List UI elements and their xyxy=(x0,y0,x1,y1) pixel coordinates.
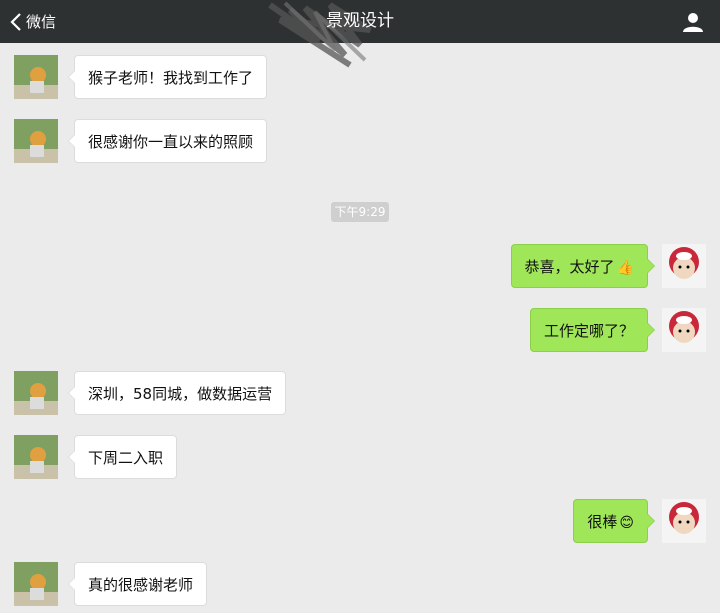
message-bubble[interactable]: 很棒 😊 xyxy=(573,499,655,543)
message-bubble[interactable]: 下周二入职 xyxy=(67,435,178,479)
message-row: 很棒 😊 xyxy=(0,499,720,543)
avatar[interactable] xyxy=(14,562,58,606)
message-text: 真的很感谢老师 xyxy=(88,576,194,594)
avatar[interactable] xyxy=(14,435,58,479)
avatar[interactable] xyxy=(14,371,58,415)
message-row: 很感谢你一直以来的照顾 xyxy=(0,119,720,163)
message-bubble[interactable]: 深圳，58同城，做数据运营 xyxy=(67,371,287,415)
message-row: 恭喜，太好了 👍 xyxy=(0,244,720,288)
message-row: 深圳，58同城，做数据运营 xyxy=(0,371,720,415)
message-row: 下周二入职 xyxy=(0,435,720,479)
message-text: 恭喜，太好了 xyxy=(524,258,615,276)
message-bubble[interactable]: 工作定哪了？ xyxy=(529,308,656,352)
smile-icon: 😊 xyxy=(619,515,634,531)
avatar[interactable] xyxy=(662,308,706,352)
message-bubble[interactable]: 真的很感谢老师 xyxy=(67,562,208,606)
message-text: 很棒 xyxy=(587,513,618,531)
message-bubble[interactable]: 猴子老师！我找到工作了 xyxy=(67,55,268,99)
message-row: 工作定哪了？ xyxy=(0,308,720,352)
message-text: 很感谢你一直以来的照顾 xyxy=(88,133,254,151)
avatar[interactable] xyxy=(662,244,706,288)
user-icon[interactable] xyxy=(682,11,704,33)
avatar[interactable] xyxy=(14,55,58,99)
message-row: 真的很感谢老师 xyxy=(0,562,720,606)
avatar[interactable] xyxy=(662,499,706,543)
message-bubble[interactable]: 恭喜，太好了 👍 xyxy=(510,244,656,288)
chat-title: 景观设计 xyxy=(326,11,394,31)
message-text: 深圳，58同城，做数据运营 xyxy=(88,385,273,403)
avatar[interactable] xyxy=(14,119,58,163)
message-bubble[interactable]: 很感谢你一直以来的照顾 xyxy=(67,119,268,163)
top-navigation-bar: 微信 景观设计 xyxy=(0,0,720,68)
message-row: 猴子老师！我找到工作了 xyxy=(0,55,720,99)
message-text: 下周二入职 xyxy=(88,449,164,467)
thumbs-up-icon: 👍 xyxy=(616,260,634,276)
message-timestamp: 下午9:29 xyxy=(331,202,389,222)
message-text: 猴子老师！我找到工作了 xyxy=(88,69,254,87)
message-text: 工作定哪了？ xyxy=(543,322,634,340)
